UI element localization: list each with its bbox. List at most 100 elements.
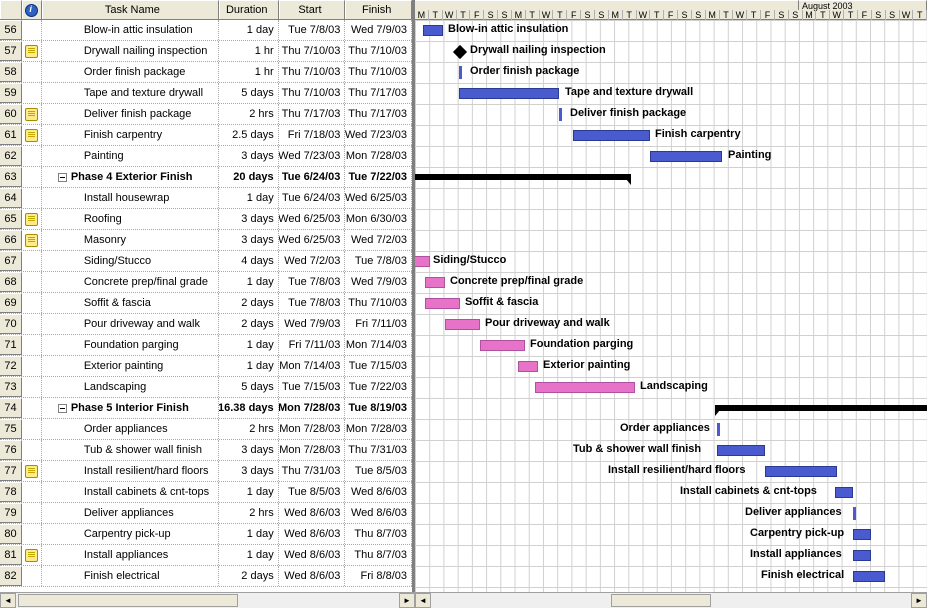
- gantt-tick[interactable]: [853, 507, 856, 520]
- row-id[interactable]: 68: [0, 272, 22, 292]
- task-name-cell[interactable]: Siding/Stucco: [42, 251, 219, 271]
- duration-cell[interactable]: 1 day: [219, 272, 279, 292]
- duration-cell[interactable]: 2 hrs: [219, 419, 279, 439]
- table-row[interactable]: 60Deliver finish package2 hrsThu 7/17/03…: [0, 104, 412, 125]
- start-cell[interactable]: Tue 6/24/03: [279, 167, 346, 187]
- row-id[interactable]: 71: [0, 335, 22, 355]
- table-row[interactable]: 56Blow-in attic insulation1 dayTue 7/8/0…: [0, 20, 412, 41]
- finish-cell[interactable]: Tue 7/15/03: [345, 356, 412, 376]
- task-name-cell[interactable]: Install housewrap: [42, 188, 219, 208]
- gantt-bar[interactable]: [853, 571, 885, 582]
- start-cell[interactable]: Wed 7/2/03: [279, 251, 346, 271]
- task-name-cell[interactable]: Order appliances: [42, 419, 219, 439]
- milestone-icon[interactable]: [453, 45, 467, 59]
- start-cell[interactable]: Wed 6/25/03: [279, 209, 346, 229]
- row-id[interactable]: 79: [0, 503, 22, 523]
- finish-cell[interactable]: Fri 7/11/03: [345, 314, 412, 334]
- gantt-bar[interactable]: [415, 256, 430, 267]
- col-info[interactable]: [22, 0, 42, 19]
- finish-cell[interactable]: Wed 7/23/03: [345, 125, 412, 145]
- row-id[interactable]: 69: [0, 293, 22, 313]
- task-name-cell[interactable]: Phase 5 Interior Finish: [42, 398, 219, 418]
- task-name-cell[interactable]: Deliver finish package: [42, 104, 219, 124]
- scroll-thumb[interactable]: [611, 594, 711, 607]
- table-row[interactable]: 68Concrete prep/final grade1 dayTue 7/8/…: [0, 272, 412, 293]
- gantt-bar[interactable]: [853, 529, 871, 540]
- start-cell[interactable]: Thu 7/10/03: [279, 41, 346, 61]
- table-row[interactable]: 57Drywall nailing inspection1 hrThu 7/10…: [0, 41, 412, 62]
- finish-cell[interactable]: Thu 7/17/03: [345, 104, 412, 124]
- table-row[interactable]: 67Siding/Stucco4 daysWed 7/2/03Tue 7/8/0…: [0, 251, 412, 272]
- start-cell[interactable]: Wed 8/6/03: [279, 524, 346, 544]
- gantt-bar[interactable]: [835, 487, 853, 498]
- finish-cell[interactable]: Tue 7/8/03: [345, 251, 412, 271]
- table-row[interactable]: 73Landscaping5 daysTue 7/15/03Tue 7/22/0…: [0, 377, 412, 398]
- table-row[interactable]: 82Finish electrical2 daysWed 8/6/03Fri 8…: [0, 566, 412, 587]
- finish-cell[interactable]: Tue 8/19/03: [345, 398, 412, 418]
- row-id[interactable]: 80: [0, 524, 22, 544]
- row-id[interactable]: 59: [0, 83, 22, 103]
- row-id[interactable]: 73: [0, 377, 22, 397]
- finish-cell[interactable]: Mon 6/30/03: [345, 209, 412, 229]
- table-row[interactable]: 74Phase 5 Interior Finish16.38 daysMon 7…: [0, 398, 412, 419]
- task-name-cell[interactable]: Carpentry pick-up: [42, 524, 219, 544]
- table-row[interactable]: 80Carpentry pick-up1 dayWed 8/6/03Thu 8/…: [0, 524, 412, 545]
- start-cell[interactable]: Mon 7/28/03: [279, 419, 346, 439]
- task-name-cell[interactable]: Phase 4 Exterior Finish: [42, 167, 219, 187]
- duration-cell[interactable]: 1 hr: [219, 62, 279, 82]
- row-id[interactable]: 66: [0, 230, 22, 250]
- duration-cell[interactable]: 3 days: [219, 461, 279, 481]
- task-name-cell[interactable]: Order finish package: [42, 62, 219, 82]
- start-cell[interactable]: Tue 7/8/03: [279, 20, 346, 40]
- finish-cell[interactable]: Mon 7/14/03: [345, 335, 412, 355]
- start-cell[interactable]: Mon 7/14/03: [279, 356, 346, 376]
- table-row[interactable]: 75Order appliances2 hrsMon 7/28/03Mon 7/…: [0, 419, 412, 440]
- task-name-cell[interactable]: Install resilient/hard floors: [42, 461, 219, 481]
- scroll-left-button[interactable]: ◄: [415, 593, 431, 608]
- task-name-cell[interactable]: Masonry: [42, 230, 219, 250]
- duration-cell[interactable]: 2 days: [219, 314, 279, 334]
- task-name-cell[interactable]: Soffit & fascia: [42, 293, 219, 313]
- task-name-cell[interactable]: Install cabinets & cnt-tops: [42, 482, 219, 502]
- table-row[interactable]: 76Tub & shower wall finish3 daysMon 7/28…: [0, 440, 412, 461]
- start-cell[interactable]: Wed 8/6/03: [279, 566, 346, 586]
- start-cell[interactable]: Thu 7/10/03: [279, 83, 346, 103]
- finish-cell[interactable]: Tue 8/5/03: [345, 461, 412, 481]
- task-name-cell[interactable]: Pour driveway and walk: [42, 314, 219, 334]
- finish-cell[interactable]: Wed 7/9/03: [345, 272, 412, 292]
- table-row[interactable]: 62Painting3 daysWed 7/23/03Mon 7/28/03: [0, 146, 412, 167]
- start-cell[interactable]: Thu 7/17/03: [279, 104, 346, 124]
- task-name-cell[interactable]: Drywall nailing inspection: [42, 41, 219, 61]
- task-name-cell[interactable]: Roofing: [42, 209, 219, 229]
- gantt-bar[interactable]: [717, 445, 765, 456]
- gantt-bar[interactable]: [853, 550, 871, 561]
- task-name-cell[interactable]: Concrete prep/final grade: [42, 272, 219, 292]
- table-row[interactable]: 64Install housewrap1 dayTue 6/24/03Wed 6…: [0, 188, 412, 209]
- start-cell[interactable]: Thu 7/10/03: [279, 62, 346, 82]
- table-row[interactable]: 58Order finish package1 hrThu 7/10/03Thu…: [0, 62, 412, 83]
- duration-cell[interactable]: 1 day: [219, 545, 279, 565]
- start-cell[interactable]: Wed 8/6/03: [279, 503, 346, 523]
- start-cell[interactable]: Thu 7/31/03: [279, 461, 346, 481]
- finish-cell[interactable]: Mon 7/28/03: [345, 419, 412, 439]
- gantt-bar[interactable]: [423, 25, 443, 36]
- start-cell[interactable]: Wed 8/6/03: [279, 545, 346, 565]
- row-id[interactable]: 60: [0, 104, 22, 124]
- finish-cell[interactable]: Thu 7/17/03: [345, 83, 412, 103]
- duration-cell[interactable]: 1 day: [219, 188, 279, 208]
- task-name-cell[interactable]: Exterior painting: [42, 356, 219, 376]
- gantt-bar[interactable]: [765, 466, 837, 477]
- finish-cell[interactable]: Tue 7/22/03: [345, 377, 412, 397]
- scrollbar-horizontal-left[interactable]: ◄ ►: [0, 592, 415, 608]
- row-id[interactable]: 58: [0, 62, 22, 82]
- duration-cell[interactable]: 20 days: [219, 167, 279, 187]
- finish-cell[interactable]: Thu 7/10/03: [345, 293, 412, 313]
- scroll-thumb[interactable]: [18, 594, 238, 607]
- row-id[interactable]: 81: [0, 545, 22, 565]
- row-id[interactable]: 74: [0, 398, 22, 418]
- duration-cell[interactable]: 2.5 days: [219, 125, 279, 145]
- finish-cell[interactable]: Thu 7/10/03: [345, 62, 412, 82]
- task-name-cell[interactable]: Tub & shower wall finish: [42, 440, 219, 460]
- finish-cell[interactable]: Wed 8/6/03: [345, 503, 412, 523]
- finish-cell[interactable]: Wed 7/9/03: [345, 20, 412, 40]
